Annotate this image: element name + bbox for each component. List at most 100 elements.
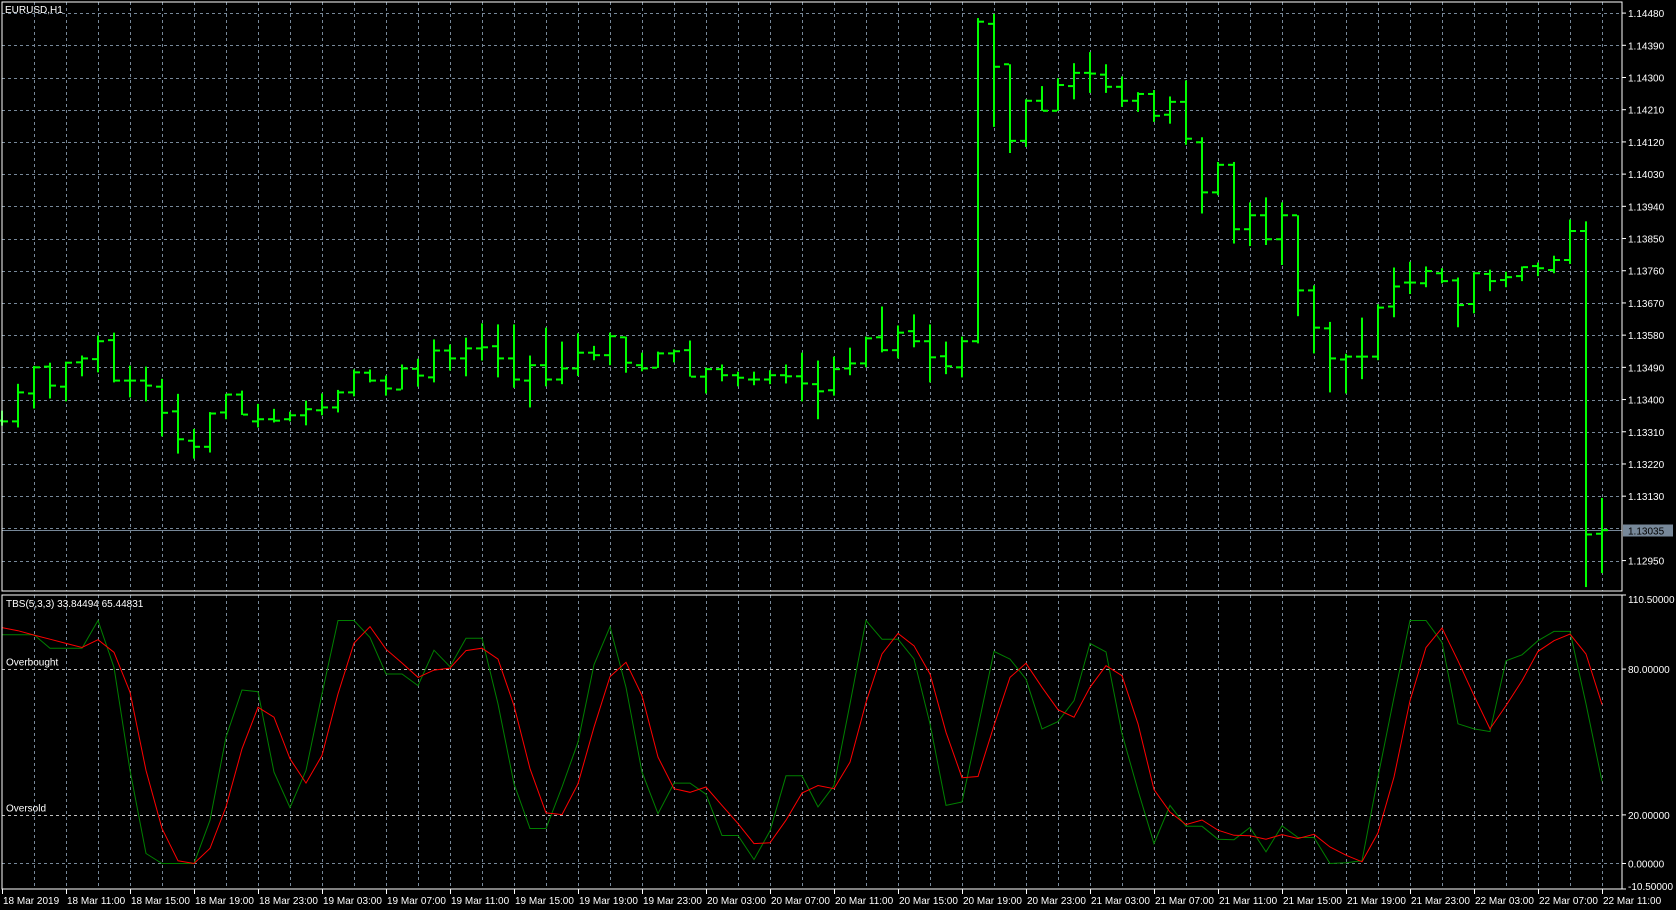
ohlc-bar[interactable]: [1308, 285, 1320, 354]
ohlc-bar[interactable]: [428, 339, 440, 383]
ohlc-bar[interactable]: [604, 332, 616, 366]
ohlc-bar[interactable]: [1324, 321, 1336, 393]
ohlc-bar[interactable]: [844, 347, 856, 376]
ohlc-bar[interactable]: [940, 341, 952, 375]
ohlc-bar[interactable]: [460, 337, 472, 377]
ohlc-bar[interactable]: [796, 352, 808, 402]
bar-open-tick: [1196, 141, 1201, 144]
ohlc-bar[interactable]: [364, 369, 376, 383]
ohlc-bar[interactable]: [668, 349, 680, 363]
ohlc-bar[interactable]: [0, 410, 8, 426]
ohlc-bar[interactable]: [1148, 90, 1160, 122]
ohlc-bar[interactable]: [636, 352, 648, 372]
ohlc-bar[interactable]: [1580, 221, 1592, 588]
ohlc-bar[interactable]: [556, 341, 568, 385]
ohlc-bar[interactable]: [252, 403, 264, 428]
ohlc-bar[interactable]: [1052, 78, 1064, 112]
ohlc-bar[interactable]: [140, 366, 152, 402]
ohlc-bar[interactable]: [12, 383, 24, 428]
price-axis-label: 1.13310: [1628, 428, 1665, 439]
ohlc-bar[interactable]: [1292, 214, 1304, 317]
ohlc-bar[interactable]: [412, 358, 424, 387]
ohlc-bar[interactable]: [1548, 255, 1560, 274]
ohlc-bar[interactable]: [924, 324, 936, 383]
ohlc-bar[interactable]: [908, 314, 920, 348]
ohlc-bar[interactable]: [972, 18, 984, 344]
ohlc-bar[interactable]: [236, 390, 248, 416]
ohlc-bar[interactable]: [508, 324, 520, 388]
ohlc-bar[interactable]: [1452, 277, 1464, 328]
ohlc-bar[interactable]: [220, 393, 232, 420]
ohlc-bar[interactable]: [1420, 266, 1432, 288]
ohlc-bar[interactable]: [1084, 52, 1096, 93]
ohlc-bar[interactable]: [300, 400, 312, 426]
ohlc-bar[interactable]: [1484, 269, 1496, 292]
ohlc-bar[interactable]: [1196, 137, 1208, 214]
ohlc-bar[interactable]: [1532, 262, 1544, 277]
ohlc-bar[interactable]: [108, 332, 120, 383]
ohlc-bar[interactable]: [1500, 271, 1512, 288]
ohlc-bar[interactable]: [444, 344, 456, 371]
ohlc-bar[interactable]: [1468, 272, 1480, 314]
ohlc-bar[interactable]: [268, 408, 280, 423]
ohlc-bar[interactable]: [284, 411, 296, 422]
ohlc-bar[interactable]: [1564, 219, 1576, 264]
ohlc-bar[interactable]: [1036, 86, 1048, 112]
ohlc-bar[interactable]: [1068, 63, 1080, 100]
ohlc-bar[interactable]: [396, 364, 408, 391]
ohlc-bar[interactable]: [476, 323, 488, 361]
ohlc-bar[interactable]: [316, 393, 328, 416]
bar-open-tick: [1596, 532, 1601, 535]
bar-high-low: [1153, 90, 1155, 122]
ohlc-bar[interactable]: [332, 389, 344, 413]
ohlc-bar[interactable]: [28, 365, 40, 409]
ohlc-bar[interactable]: [76, 355, 88, 377]
ohlc-bar[interactable]: [860, 336, 872, 368]
ohlc-bar[interactable]: [156, 378, 168, 437]
ohlc-bar[interactable]: [892, 325, 904, 359]
ohlc-bar[interactable]: [1180, 80, 1192, 145]
ohlc-bar[interactable]: [92, 335, 104, 373]
ohlc-bar[interactable]: [492, 324, 504, 378]
ohlc-bar[interactable]: [188, 428, 200, 459]
ohlc-bar[interactable]: [588, 345, 600, 361]
ohlc-bar[interactable]: [1116, 76, 1128, 107]
ohlc-bar[interactable]: [748, 371, 760, 386]
ohlc-bar[interactable]: [1020, 99, 1032, 147]
ohlc-bar[interactable]: [1516, 266, 1528, 282]
ohlc-bar[interactable]: [1132, 92, 1144, 112]
ohlc-bar[interactable]: [1212, 161, 1224, 196]
ohlc-bar[interactable]: [812, 360, 824, 420]
ohlc-bar[interactable]: [348, 369, 360, 397]
ohlc-bar[interactable]: [1276, 202, 1288, 266]
ohlc-bar[interactable]: [652, 351, 664, 369]
ohlc-bar[interactable]: [380, 375, 392, 396]
ohlc-bar[interactable]: [1340, 353, 1352, 394]
price-chart[interactable]: Overbought Oversold 1.14480 1.14390 1.14300…: [0, 0, 1676, 910]
bar-high-low: [1249, 202, 1251, 247]
ohlc-bar[interactable]: [732, 371, 744, 387]
ohlc-bar[interactable]: [1356, 317, 1368, 380]
ohlc-bar[interactable]: [1260, 197, 1272, 245]
ohlc-bar[interactable]: [172, 393, 184, 454]
ohlc-bar[interactable]: [764, 370, 776, 385]
ohlc-bar[interactable]: [956, 336, 968, 378]
ohlc-bar[interactable]: [876, 306, 888, 353]
ohlc-bar[interactable]: [1404, 261, 1416, 294]
ohlc-bar[interactable]: [572, 333, 584, 376]
bar-open-tick: [1292, 214, 1297, 217]
ohlc-bar[interactable]: [828, 356, 840, 396]
ohlc-bar[interactable]: [1388, 267, 1400, 318]
ohlc-bar[interactable]: [1436, 268, 1448, 284]
bar-close-tick: [1059, 84, 1064, 87]
ohlc-bar[interactable]: [1004, 63, 1016, 154]
ohlc-bar[interactable]: [124, 365, 136, 398]
ohlc-bar[interactable]: [540, 327, 552, 387]
ohlc-bar[interactable]: [524, 355, 536, 408]
ohlc-bar[interactable]: [684, 340, 696, 378]
ohlc-bar[interactable]: [44, 362, 56, 399]
ohlc-bar[interactable]: [1372, 304, 1384, 361]
ohlc-bar[interactable]: [700, 367, 712, 394]
ohlc-bar[interactable]: [988, 13, 1000, 127]
bar-close-tick: [1139, 92, 1144, 95]
